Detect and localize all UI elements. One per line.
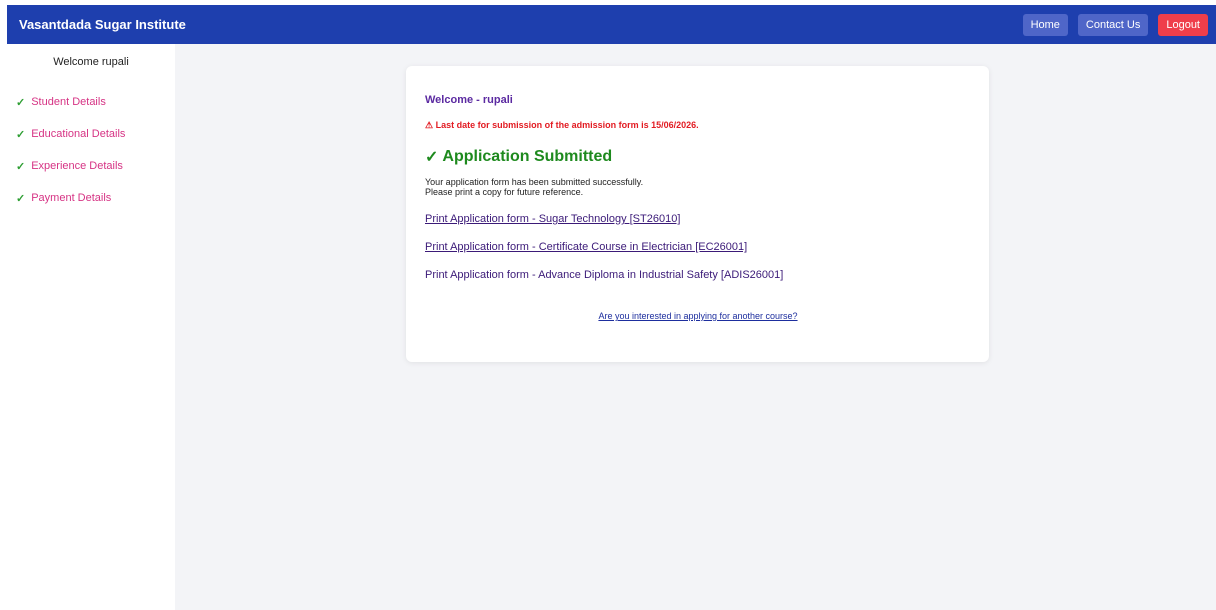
check-icon: ✓	[16, 160, 26, 173]
success-message: Your application form has been submitted…	[425, 177, 971, 197]
application-status-card: Welcome - rupali ⚠ Last date for submiss…	[406, 66, 989, 362]
status-text: Application Submitted	[442, 148, 613, 165]
print-link-sugar-technology[interactable]: Print Application form - Sugar Technolog…	[425, 213, 971, 225]
sidebar-item-label: Payment Details	[31, 192, 112, 204]
status-heading: ✓ Application Submitted	[425, 147, 971, 167]
success-message-line: Please print a copy for future reference…	[425, 187, 584, 197]
deadline-warning: ⚠ Last date for submission of the admiss…	[425, 120, 699, 130]
contact-us-button[interactable]: Contact Us	[1077, 13, 1149, 36]
home-button[interactable]: Home	[1022, 13, 1068, 36]
sidebar: Welcome rupali ✓ Student Details ✓ Educa…	[7, 44, 175, 610]
sidebar-item-label: Experience Details	[31, 160, 123, 172]
sidebar-item-label: Educational Details	[31, 128, 126, 140]
sidebar-welcome: Welcome rupali	[53, 56, 129, 68]
card-welcome: Welcome - rupali	[425, 94, 513, 106]
print-link-electrician[interactable]: Print Application form - Certificate Cou…	[425, 241, 971, 253]
success-message-line: Your application form has been submitted…	[425, 177, 644, 187]
print-link-industrial-safety[interactable]: Print Application form - Advance Diploma…	[425, 269, 971, 281]
sidebar-item-label: Student Details	[31, 96, 106, 108]
check-icon: ✓	[16, 192, 26, 205]
sidebar-item-student-details[interactable]: ✓ Student Details	[7, 86, 175, 118]
sidebar-item-educational-details[interactable]: ✓ Educational Details	[7, 118, 175, 150]
check-icon: ✓	[16, 128, 26, 141]
nav-actions: Home Contact Us Logout	[1022, 13, 1216, 36]
check-icon: ✓	[16, 96, 26, 109]
top-navbar: Vasantdada Sugar Institute Home Contact …	[7, 5, 1216, 44]
sidebar-item-payment-details[interactable]: ✓ Payment Details	[7, 182, 175, 214]
brand-title: Vasantdada Sugar Institute	[19, 17, 186, 32]
sidebar-item-experience-details[interactable]: ✓ Experience Details	[7, 150, 175, 182]
logout-button[interactable]: Logout	[1158, 13, 1208, 36]
apply-another-course-link[interactable]: Are you interested in applying for anoth…	[425, 311, 971, 321]
checkmark-icon: ✓	[425, 149, 439, 166]
main-content: Welcome - rupali ⚠ Last date for submiss…	[175, 44, 1216, 610]
